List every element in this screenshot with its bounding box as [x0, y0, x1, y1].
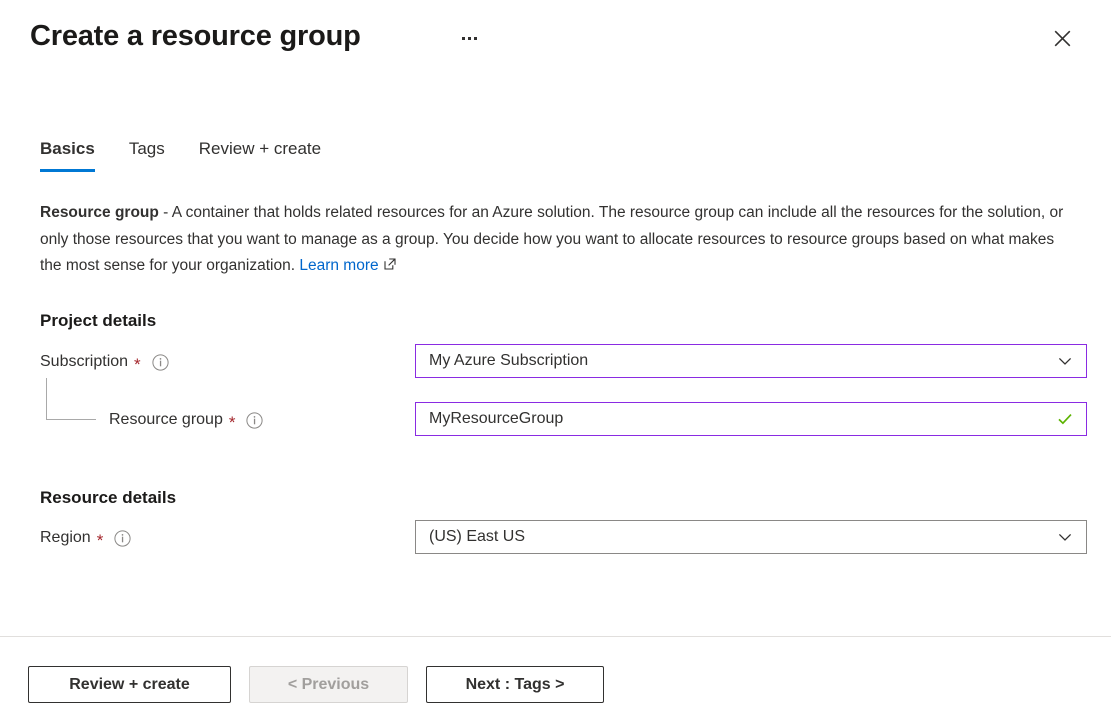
next-tags-button[interactable]: Next : Tags >	[426, 666, 604, 703]
learn-more-link[interactable]: Learn more	[299, 257, 378, 274]
region-label: Region *	[40, 527, 131, 549]
required-asterisk: *	[97, 532, 104, 549]
required-asterisk: *	[134, 356, 141, 373]
ellipsis-dot	[468, 37, 471, 40]
checkmark-icon	[1054, 408, 1076, 430]
subscription-dropdown[interactable]: My Azure Subscription	[415, 344, 1087, 378]
close-icon[interactable]	[1046, 22, 1078, 54]
tab-tags[interactable]: Tags	[129, 138, 165, 172]
resource-group-value[interactable]: MyResourceGroup	[429, 403, 1054, 435]
chevron-down-icon[interactable]	[1054, 350, 1076, 372]
required-asterisk: *	[229, 414, 236, 431]
resource-group-label-text: Resource group	[109, 411, 223, 429]
create-resource-group-blade: Create a resource group Basics Tags Revi…	[0, 0, 1111, 721]
field-tree-connector	[46, 378, 96, 420]
subscription-label-text: Subscription	[40, 353, 128, 371]
review-create-button[interactable]: Review + create	[28, 666, 231, 703]
ellipsis-dot	[474, 37, 477, 40]
previous-button: < Previous	[249, 666, 408, 703]
description-lead: Resource group	[40, 204, 159, 221]
tab-basics[interactable]: Basics	[40, 138, 95, 172]
chevron-down-icon[interactable]	[1054, 526, 1076, 548]
resource-group-label: Resource group *	[109, 409, 263, 431]
section-heading-project-details: Project details	[40, 311, 156, 331]
region-value: (US) East US	[429, 521, 1054, 553]
resource-group-input[interactable]: MyResourceGroup	[415, 402, 1087, 436]
ellipsis-dot	[462, 37, 465, 40]
info-icon[interactable]	[114, 530, 131, 547]
external-link-icon	[383, 254, 397, 281]
resource-group-description: Resource group - A container that holds …	[40, 200, 1068, 281]
info-icon[interactable]	[246, 412, 263, 429]
region-label-text: Region	[40, 529, 91, 547]
subscription-label: Subscription *	[40, 351, 169, 373]
footer-divider	[0, 636, 1111, 637]
subscription-value: My Azure Subscription	[429, 345, 1054, 377]
section-heading-resource-details: Resource details	[40, 488, 176, 508]
info-icon[interactable]	[152, 354, 169, 371]
blade-tabs: Basics Tags Review + create	[40, 138, 355, 172]
description-body: - A container that holds related resourc…	[40, 204, 1063, 274]
page-title: Create a resource group	[30, 16, 361, 56]
blade-header: Create a resource group	[0, 0, 1111, 78]
blade-footer: Review + create < Previous Next : Tags >	[28, 666, 622, 703]
tab-review-create[interactable]: Review + create	[199, 138, 321, 172]
region-dropdown[interactable]: (US) East US	[415, 520, 1087, 554]
ellipsis-icon[interactable]	[455, 24, 483, 52]
